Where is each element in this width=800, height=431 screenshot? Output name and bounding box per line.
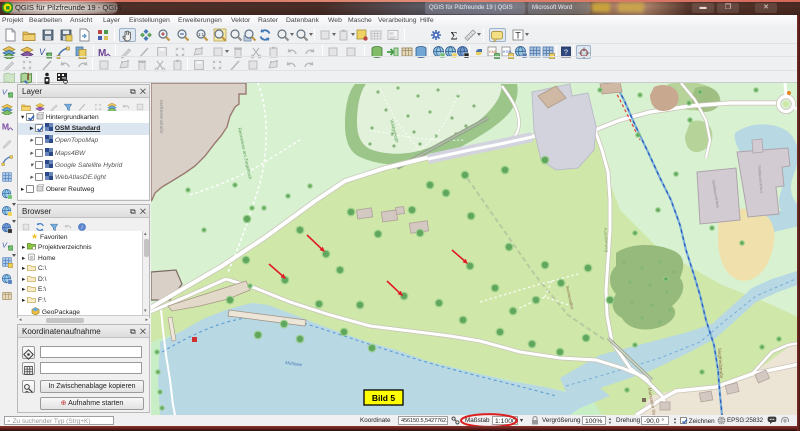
svg-text:V: V xyxy=(2,88,8,97)
svg-text:Kurfürstenstraße: Kurfürstenstraße xyxy=(159,100,164,134)
svg-text:V: V xyxy=(2,241,8,250)
svg-text:Σ: Σ xyxy=(451,29,458,43)
svg-text:1:1: 1:1 xyxy=(198,32,205,37)
svg-text:T: T xyxy=(515,31,521,41)
svg-text:Bild 5: Bild 5 xyxy=(372,393,395,403)
